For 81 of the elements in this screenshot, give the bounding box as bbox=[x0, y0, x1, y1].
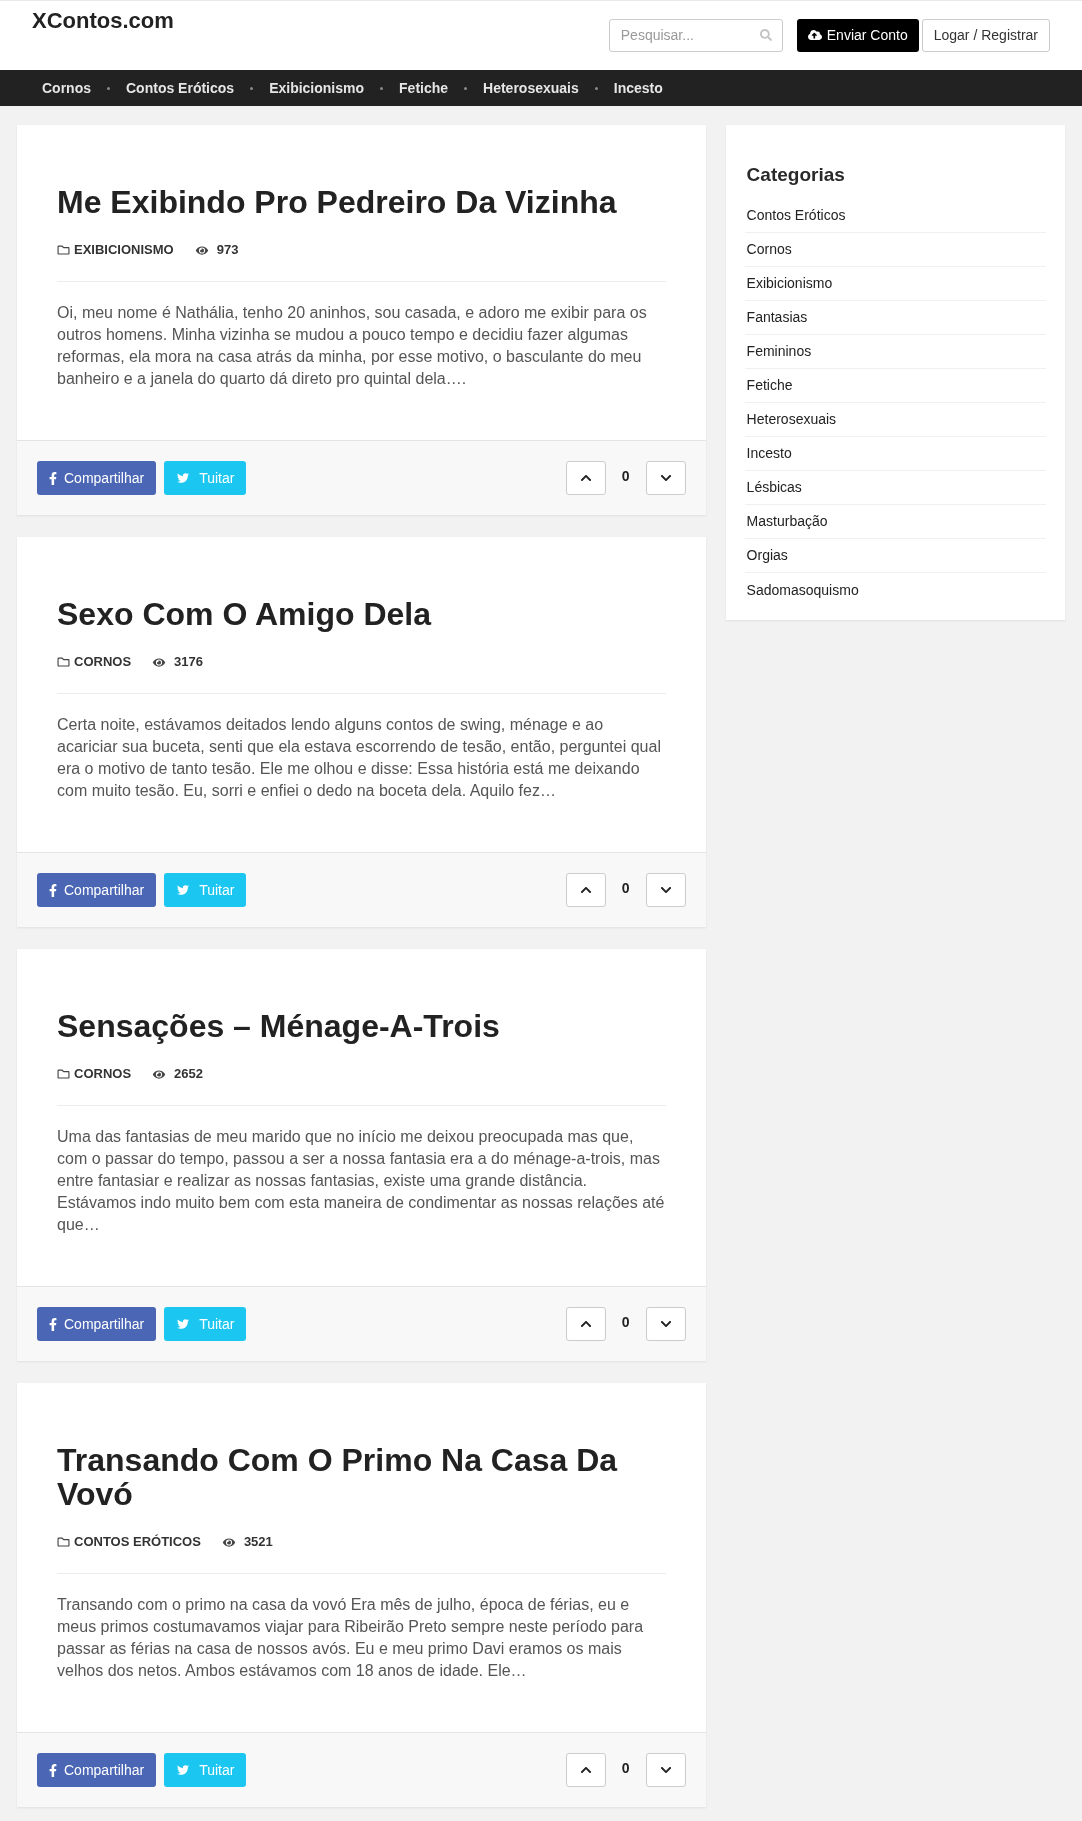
category-link[interactable]: Incesto bbox=[744, 443, 792, 464]
chevron-up-icon bbox=[579, 472, 592, 484]
post-excerpt: Certa noite, estávamos deitados lendo alguns contos de swing, ménage e ao acariciar sua buceta, senti que ela estava escorrendo de tesão, então, perguntei qual era o motivo de tanto tesão. Ele me olhou e disse: Essa história está me deixando com muito tesão. Eu, sorri e enfiei o dedo na boceta dela. Aquilo fez… bbox=[57, 715, 662, 801]
facebook-share-button[interactable]: Compartilhar bbox=[37, 1307, 157, 1341]
eye-icon bbox=[152, 656, 167, 668]
search-icon bbox=[759, 28, 772, 41]
vote-count: 0 bbox=[620, 879, 631, 898]
chevron-up-icon bbox=[579, 884, 592, 896]
view-count: 3521 bbox=[243, 1533, 273, 1552]
eye-icon bbox=[221, 1536, 236, 1548]
folder-icon bbox=[57, 1068, 70, 1080]
cloud-upload-icon bbox=[807, 28, 822, 42]
post-title[interactable]: Sexo Com O Amigo Dela bbox=[57, 597, 666, 631]
upvote-button[interactable] bbox=[565, 1753, 606, 1787]
folder-icon bbox=[57, 1536, 70, 1548]
chevron-down-icon bbox=[659, 884, 672, 896]
downvote-button[interactable] bbox=[645, 873, 686, 907]
bird-icon bbox=[176, 1318, 191, 1330]
category-link[interactable]: Femininos bbox=[744, 341, 812, 362]
vote-count: 0 bbox=[620, 1759, 631, 1778]
post-category[interactable]: EXIBICIONISMO bbox=[74, 240, 174, 260]
category-link[interactable]: Masturbação bbox=[744, 511, 828, 532]
category-link[interactable]: Exibicionismo bbox=[744, 273, 833, 294]
sidebar-title: Categorias bbox=[745, 163, 846, 187]
post-category[interactable]: CONTOS ERÓTICOS bbox=[74, 1532, 201, 1552]
bird-icon bbox=[176, 472, 191, 484]
downvote-button[interactable] bbox=[645, 1753, 686, 1787]
facebook-share-button[interactable]: Compartilhar bbox=[37, 873, 157, 907]
facebook-icon bbox=[49, 1317, 57, 1331]
post-excerpt: Oi, meu nome é Nathália, tenho 20 aninhos, sou casada, e adoro me exibir para os outros homens. Minha vizinha se mudou a pouco tempo e decidiu fazer algumas reformas, ela mora na casa atrás da minha, por esse motivo, o basculante do meu banheiro e a janela do quarto dá direto pro quintal dela…. bbox=[57, 303, 648, 389]
facebook-icon bbox=[49, 1763, 57, 1777]
bird-icon bbox=[176, 884, 191, 896]
category-link[interactable]: Sadomasoquismo bbox=[744, 579, 859, 601]
chevron-down-icon bbox=[659, 1764, 672, 1776]
folder-icon bbox=[57, 656, 70, 668]
submit-story-button[interactable]: Enviar Conto bbox=[796, 18, 919, 52]
category-link[interactable]: Fetiche bbox=[744, 375, 793, 396]
post-category[interactable]: CORNOS bbox=[74, 652, 132, 672]
upvote-button[interactable] bbox=[565, 1307, 606, 1341]
category-link[interactable]: Orgias bbox=[744, 545, 788, 566]
nav-link[interactable]: Contos Eróticos bbox=[126, 77, 235, 99]
upvote-button[interactable] bbox=[565, 461, 606, 495]
category-link[interactable]: Lésbicas bbox=[744, 477, 802, 498]
facebook-icon bbox=[49, 883, 57, 897]
nav-link[interactable]: Cornos bbox=[42, 77, 91, 99]
view-count: 973 bbox=[216, 241, 239, 260]
chevron-down-icon bbox=[659, 472, 672, 484]
chevron-up-icon bbox=[579, 1318, 592, 1330]
upvote-button[interactable] bbox=[565, 873, 606, 907]
post-excerpt: Uma das fantasias de meu marido que no início me deixou preocupada mas que, com o passar do tempo, passou a ser a nossa fantasia era a do ménage-a-trois, mas entre fantasiar e realizar as nossas fantasias, existe uma grande distância. Estávamos indo muito bem com esta maneira de condimentar as nossas relações até que… bbox=[57, 1127, 666, 1235]
eye-icon bbox=[194, 244, 209, 256]
nav-link[interactable]: Exibicionismo bbox=[269, 77, 365, 99]
view-count: 2652 bbox=[174, 1065, 203, 1084]
category-link[interactable]: Heterosexuais bbox=[744, 409, 837, 430]
nav-link[interactable]: Incesto bbox=[613, 77, 663, 99]
post-title[interactable]: Transando Com O Primo Na Casa Da Vovó bbox=[57, 1443, 666, 1511]
post-title[interactable]: Me Exibindo Pro Pedreiro Da Vizinha bbox=[57, 185, 666, 219]
category-link[interactable]: Contos Eróticos bbox=[744, 205, 846, 226]
site-logo[interactable]: XContos.com bbox=[32, 7, 174, 35]
vote-count: 0 bbox=[620, 467, 631, 486]
post-excerpt: Transando com o primo na casa da vovó Era mês de julho, época de férias, eu e meus primos costumavamos viajar para Ribeirão Preto sempre neste período para passar as férias na casa de nossos avós. Eu e meu primo Davi eramos os mais velhos dos netos. Ambos estávamos com 18 anos de idade. Ele… bbox=[57, 1595, 645, 1681]
downvote-button[interactable] bbox=[645, 1307, 686, 1341]
chevron-down-icon bbox=[659, 1318, 672, 1330]
login-button[interactable]: Logar / Registrar bbox=[921, 18, 1050, 52]
facebook-share-button[interactable]: Compartilhar bbox=[37, 1753, 157, 1787]
downvote-button[interactable] bbox=[645, 461, 686, 495]
view-count: 3176 bbox=[174, 653, 203, 672]
post-title[interactable]: Sensações – Ménage-A-Trois bbox=[57, 1009, 666, 1043]
folder-icon bbox=[57, 244, 70, 256]
category-link[interactable]: Cornos bbox=[744, 239, 792, 260]
nav-link[interactable]: Heterosexuais bbox=[483, 77, 579, 99]
nav-link[interactable]: Fetiche bbox=[399, 77, 449, 99]
vote-count: 0 bbox=[620, 1313, 631, 1332]
facebook-share-button[interactable]: Compartilhar bbox=[37, 461, 157, 495]
search-field[interactable]: Pesquisar... bbox=[608, 18, 783, 52]
facebook-icon bbox=[49, 471, 57, 485]
eye-icon bbox=[152, 1068, 167, 1080]
post-category[interactable]: CORNOS bbox=[74, 1064, 132, 1084]
category-link[interactable]: Fantasias bbox=[744, 307, 808, 328]
bird-icon bbox=[176, 1764, 191, 1776]
chevron-up-icon bbox=[579, 1764, 592, 1776]
